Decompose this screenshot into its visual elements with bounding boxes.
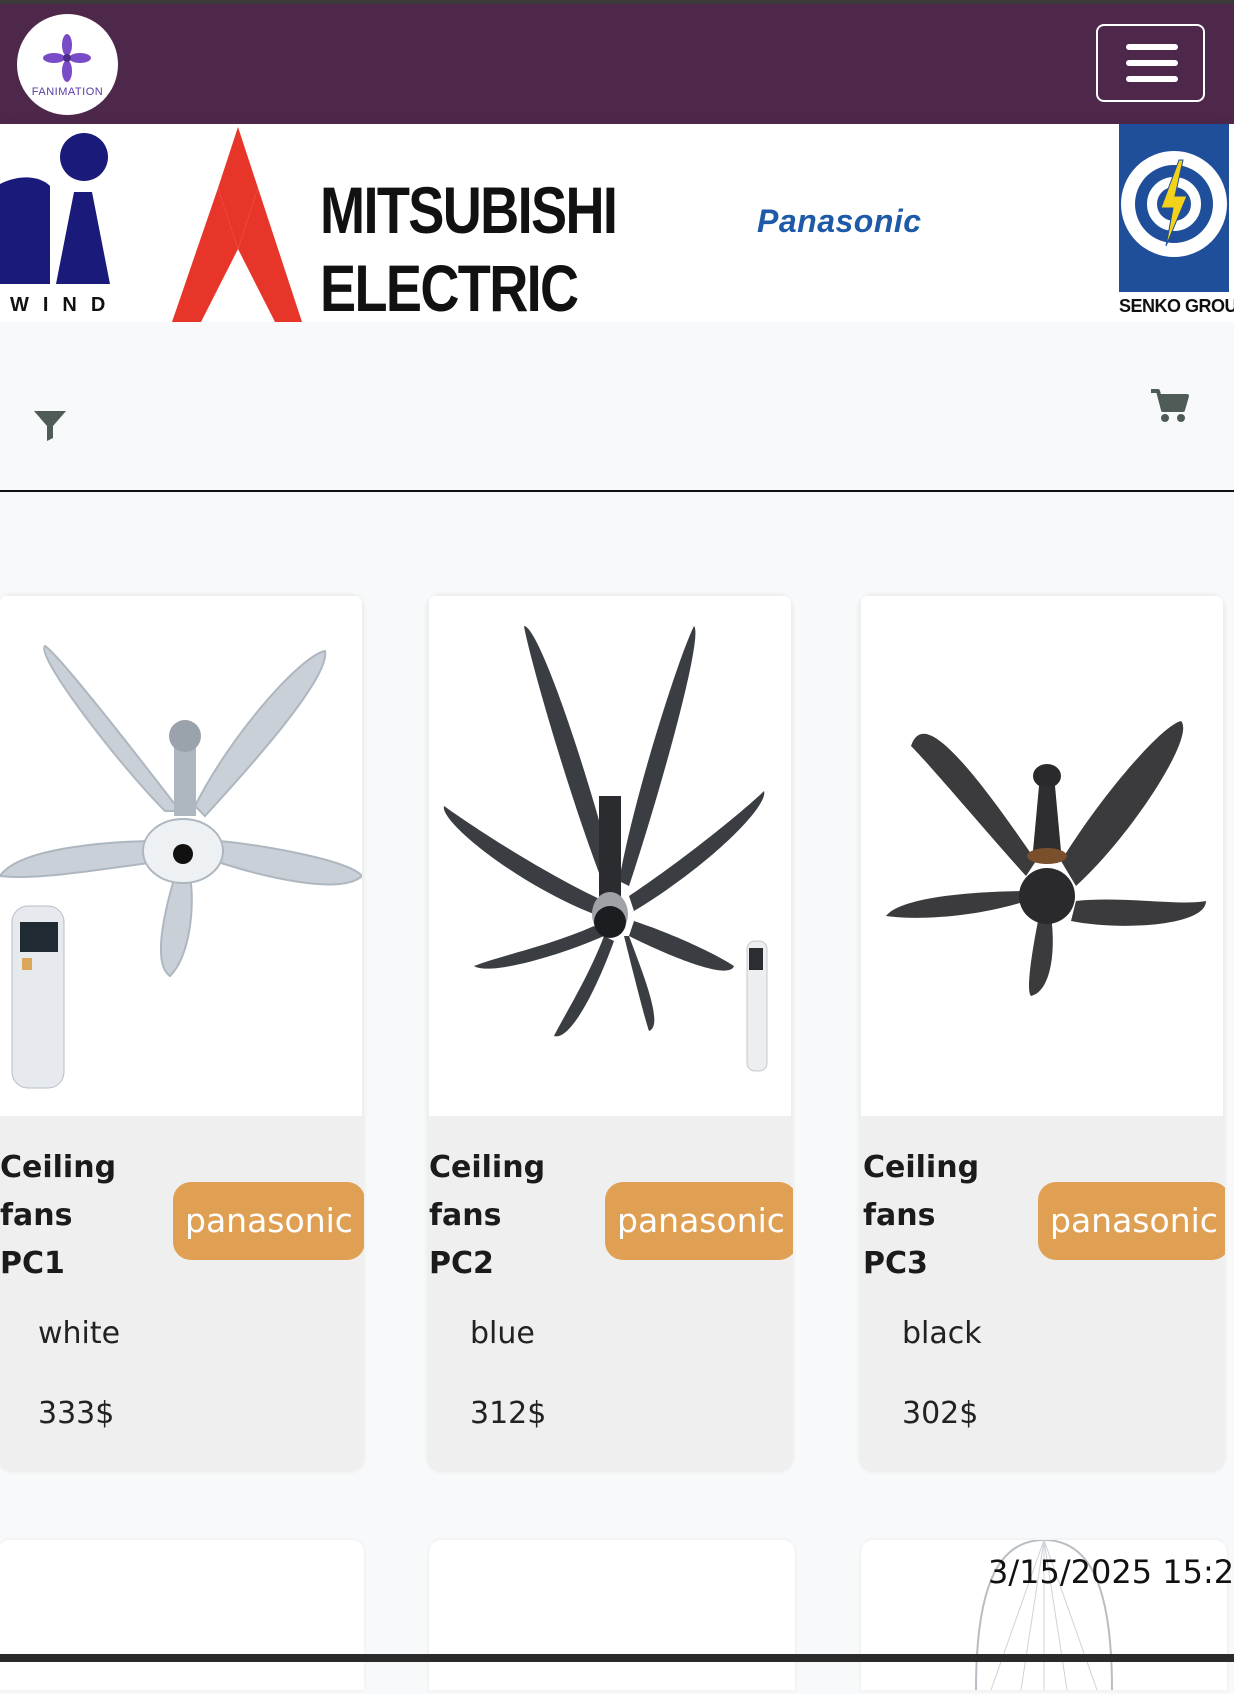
brand-carousel[interactable]: WIND MITSUBISHI ELECTRIC Panasonic SENKO… xyxy=(0,124,1234,322)
white-ceiling-fan-image xyxy=(0,644,364,1089)
wind-brand-text: WIND xyxy=(10,294,120,316)
product-title: Ceiling fans PC3 xyxy=(863,1150,980,1281)
bottom-edge xyxy=(0,1654,1234,1662)
product-card[interactable]: Ceiling fans PC1 panasonic white 333$ xyxy=(0,594,364,1472)
senko-brand-text: SENKO GROUP xyxy=(1119,296,1234,316)
senko-logo-icon xyxy=(1121,151,1227,257)
product-title: Ceiling fans PC2 xyxy=(429,1150,546,1281)
product-image[interactable] xyxy=(861,596,1223,1116)
brand-badge[interactable]: panasonic xyxy=(1038,1182,1225,1260)
cart-icon[interactable] xyxy=(1151,388,1189,424)
brand-badge[interactable]: panasonic xyxy=(605,1182,793,1260)
navbar: FANIMATION xyxy=(0,4,1234,124)
brand-panasonic[interactable]: Panasonic xyxy=(757,203,922,240)
product-card[interactable]: Ceiling fans PC3 panasonic black 302$ xyxy=(859,594,1225,1472)
filter-icon[interactable] xyxy=(33,408,67,442)
product-color: black xyxy=(902,1316,982,1351)
product-image[interactable] xyxy=(0,596,364,1116)
mitsubishi-line1: MITSUBISHI xyxy=(320,173,618,247)
product-price: 333$ xyxy=(38,1396,115,1431)
brand-badge[interactable]: panasonic xyxy=(173,1182,364,1260)
hamburger-icon xyxy=(1126,44,1178,50)
wind-logo-icon xyxy=(0,133,110,284)
blue-ceiling-fan-image xyxy=(443,626,768,1072)
mitsubishi-logo-icon xyxy=(172,127,302,322)
product-color: blue xyxy=(470,1316,535,1351)
black-ceiling-fan-image xyxy=(886,721,1206,996)
product-image[interactable] xyxy=(429,596,791,1116)
fanimation-logo[interactable]: FANIMATION xyxy=(17,14,118,115)
logo-text: FANIMATION xyxy=(31,86,104,98)
product-card[interactable] xyxy=(429,1540,795,1690)
product-card[interactable]: Ceiling fans PC2 panasonic blue 312$ xyxy=(427,594,793,1472)
timestamp-overlay: 3/15/2025 15:22 xyxy=(988,1553,1234,1591)
brand-senko[interactable]: SENKO GROUP xyxy=(1119,124,1234,322)
mitsubishi-line2: ELECTRIC xyxy=(320,251,579,322)
product-toolbar xyxy=(0,322,1234,492)
hamburger-menu-button[interactable] xyxy=(1096,24,1205,102)
product-card[interactable] xyxy=(0,1540,364,1690)
product-color: white xyxy=(38,1316,121,1351)
product-price: 312$ xyxy=(470,1396,547,1431)
product-price: 302$ xyxy=(902,1396,979,1431)
fan-logo-icon xyxy=(43,34,91,82)
product-title: Ceiling fans PC1 xyxy=(0,1150,117,1281)
